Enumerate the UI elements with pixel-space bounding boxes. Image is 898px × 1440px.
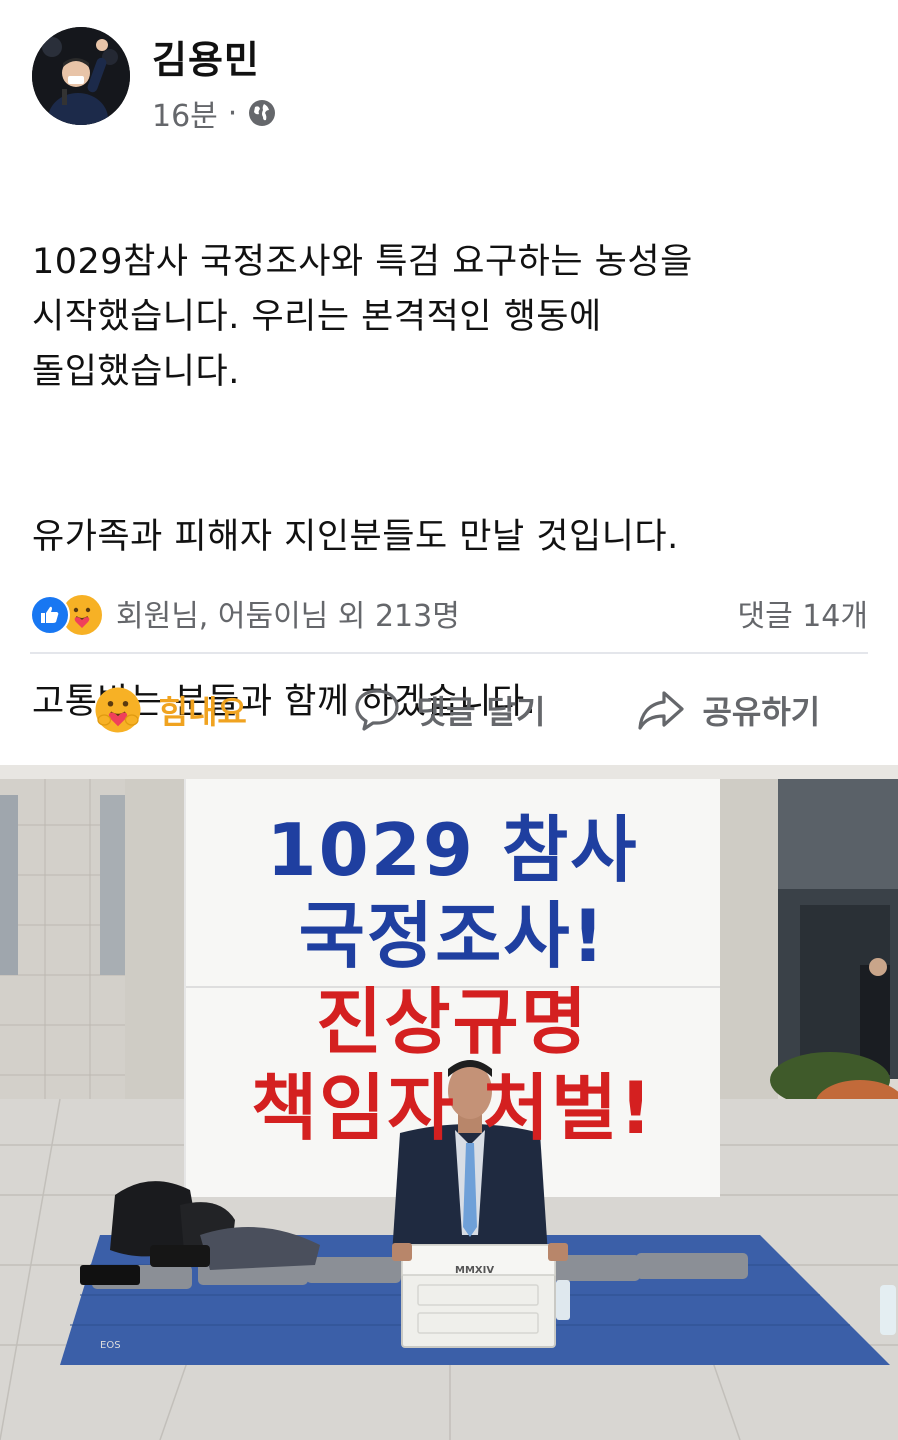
globe-icon <box>249 100 276 126</box>
comment-button[interactable]: 댓글 달기 <box>309 670 588 750</box>
share-icon <box>638 691 685 730</box>
post-actions: 힘내요 댓글 달기 공유하기 <box>30 670 868 750</box>
avatar[interactable] <box>32 27 130 125</box>
care-icon <box>95 687 140 733</box>
reaction-summary[interactable]: 회원님, 어둠이님 외 213명 <box>116 591 460 635</box>
comment-label: 댓글 달기 <box>416 693 546 731</box>
box-label: MMXIV <box>455 1265 495 1276</box>
care-label: 힘내요 <box>158 693 247 731</box>
share-button[interactable]: 공유하기 <box>589 670 868 750</box>
post-paragraph: 유가족과 피해자 지인분들도 만날 것입니다. <box>32 517 679 557</box>
banner-line: 진상규명 <box>316 980 589 1064</box>
post-meta: 16분 · <box>152 91 277 135</box>
meta-separator: · <box>227 95 238 131</box>
post-header: 김용민 16분 · <box>30 25 870 135</box>
author-name[interactable]: 김용민 <box>152 29 260 84</box>
post-paragraph: 1029참사 국정조사와 특검 요구하는 농성을 시작했습니다. 우리는 본격적… <box>32 242 693 392</box>
camera-label: EOS <box>100 1340 121 1351</box>
post-time[interactable]: 16분 <box>152 91 218 135</box>
banner-line: 책임자 처벌! <box>250 1066 655 1150</box>
comment-icon <box>354 689 399 731</box>
comments-count[interactable]: 댓글 14개 <box>737 591 868 635</box>
care-button[interactable]: 힘내요 <box>30 670 309 750</box>
reaction-icons[interactable] <box>30 593 104 637</box>
share-label: 공유하기 <box>702 693 821 731</box>
banner-line: 국정조사! <box>298 894 607 978</box>
divider <box>30 652 868 654</box>
banner: 1029 참사 국정조사! 진상규명 책임자 처벌! <box>185 807 720 1151</box>
like-icon <box>30 595 70 635</box>
banner-line: 1029 참사 <box>266 808 639 892</box>
post-photo[interactable]: 1029 참사 국정조사! 진상규명 책임자 처벌! MMXIV EOS <box>0 765 898 1440</box>
reactions-row: 회원님, 어둠이님 외 213명 댓글 14개 <box>30 588 868 638</box>
